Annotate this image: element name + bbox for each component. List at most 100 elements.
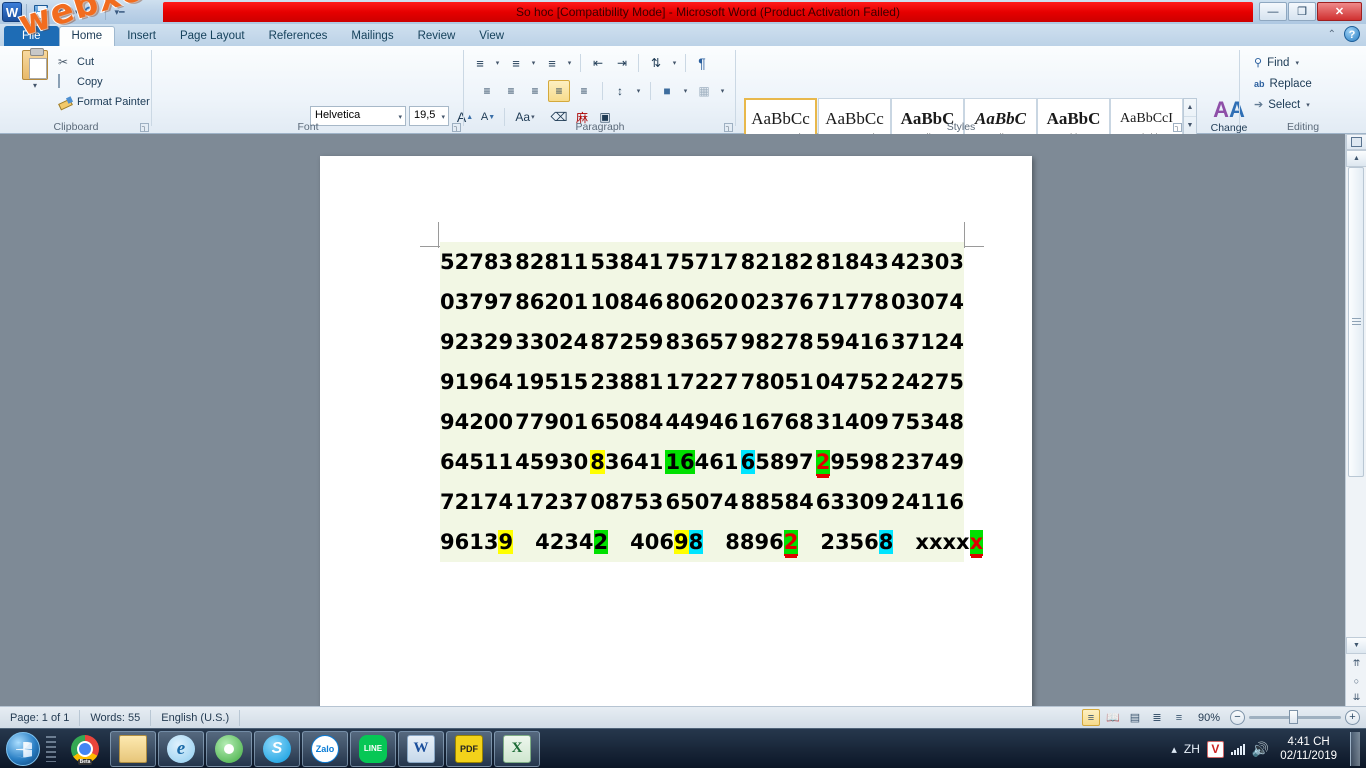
view-outline[interactable]: ≣ — [1148, 709, 1166, 726]
language-indicator[interactable]: English (U.S.) — [151, 709, 241, 726]
help-icon[interactable]: ? — [1344, 26, 1360, 42]
format-painter-button[interactable]: Format Painter — [58, 92, 150, 112]
paragraph-dialog-launcher[interactable]: ┐ — [724, 123, 733, 132]
save-icon[interactable] — [31, 2, 51, 22]
undo-icon[interactable]: ↶ — [53, 2, 73, 22]
taskbar-word[interactable]: W — [398, 730, 444, 767]
distributed-button[interactable]: ≡ — [573, 80, 595, 102]
sort-dropdown-icon[interactable]: ▾ — [668, 52, 680, 74]
increase-indent-button[interactable]: ⇥ — [611, 52, 633, 74]
zoom-slider-thumb[interactable] — [1289, 710, 1298, 724]
multilevel-list-button[interactable]: ≡ — [542, 52, 562, 74]
borders-dropdown-icon[interactable]: ▾ — [716, 80, 728, 102]
shading-dropdown-icon[interactable]: ▾ — [679, 80, 691, 102]
select-dropdown-icon[interactable]: ▾ — [1306, 101, 1310, 109]
zoom-slider[interactable] — [1249, 710, 1341, 724]
line-spacing-dropdown-icon[interactable]: ▾ — [632, 80, 644, 102]
taskbar-file-explorer[interactable] — [110, 730, 156, 767]
tab-file[interactable]: File — [4, 26, 59, 46]
word-count[interactable]: Words: 55 — [80, 709, 152, 726]
tab-references[interactable]: References — [257, 27, 340, 46]
select-browse-object-button[interactable]: ○ — [1346, 672, 1366, 689]
close-button[interactable]: ✕ — [1317, 2, 1362, 21]
find-button[interactable]: ⚲ Find ▾ — [1254, 52, 1312, 73]
view-full-screen-reading[interactable]: 📖 — [1104, 709, 1122, 726]
view-web-layout[interactable]: ▤ — [1126, 709, 1144, 726]
cut-button[interactable]: Cut — [58, 52, 150, 72]
font-dialog-launcher[interactable]: ┐ — [452, 123, 461, 132]
decrease-indent-button[interactable]: ⇤ — [587, 52, 609, 74]
select-button[interactable]: ➔ Select ▾ — [1254, 94, 1312, 115]
paste-button[interactable]: ▾ — [12, 48, 58, 90]
table-row[interactable]: 64511 45930 83641 16461 65897 29598 2374… — [440, 442, 964, 482]
redo-icon[interactable]: ↷ — [81, 2, 101, 22]
tab-page-layout[interactable]: Page Layout — [168, 27, 257, 46]
gallery-scroll-up-icon[interactable]: ▲ — [1184, 99, 1196, 117]
table-row[interactable]: 52783 82811 53841 75717 82182 81843 4230… — [440, 242, 964, 282]
table-row[interactable]: 92329 33024 87259 83657 98278 59416 3712… — [440, 322, 964, 362]
numbering-dropdown-icon[interactable]: ▾ — [527, 52, 539, 74]
customize-qat-icon[interactable]: ▾━ — [110, 2, 130, 22]
tab-insert[interactable]: Insert — [115, 27, 168, 46]
taskbar-unikey[interactable] — [206, 730, 252, 767]
styles-dialog-launcher[interactable]: ┐ — [1173, 123, 1182, 132]
table-row[interactable]: 96139 42342 40698 88962 23568 xxxxx — [440, 522, 984, 562]
find-dropdown-icon[interactable]: ▾ — [1295, 59, 1299, 67]
bullets-button[interactable]: ≡ — [470, 52, 490, 74]
start-button[interactable] — [0, 730, 46, 768]
tab-view[interactable]: View — [467, 27, 516, 46]
show-formatting-marks-button[interactable]: ¶ — [691, 52, 713, 74]
network-icon[interactable] — [1230, 743, 1245, 755]
previous-page-button[interactable]: ⇈ — [1346, 655, 1366, 672]
taskbar-internet-explorer[interactable]: e — [158, 730, 204, 767]
bullets-dropdown-icon[interactable]: ▾ — [491, 52, 503, 74]
page-indicator[interactable]: Page: 1 of 1 — [0, 709, 81, 726]
taskbar-pdf[interactable]: PDF — [446, 730, 492, 767]
unikey-tray-icon[interactable]: V — [1206, 740, 1224, 758]
show-desktop-button[interactable] — [1350, 732, 1360, 766]
restore-button[interactable]: ❐ — [1288, 2, 1316, 21]
zoom-out-button[interactable]: − — [1230, 710, 1245, 725]
collapse-ribbon-icon[interactable]: ⌃ — [1328, 29, 1336, 40]
line-spacing-button[interactable]: ↕ — [609, 80, 631, 102]
table-row[interactable]: 03797 86201 10846 80620 02376 71778 0307… — [440, 282, 964, 322]
volume-icon[interactable]: 🔊 — [1252, 741, 1269, 758]
numbering-button[interactable]: ≡ — [506, 52, 526, 74]
multilevel-dropdown-icon[interactable]: ▾ — [563, 52, 575, 74]
word-logo-icon[interactable]: W — [2, 2, 22, 22]
taskbar-chrome[interactable]: Beta — [62, 731, 108, 767]
zoom-in-button[interactable]: + — [1345, 710, 1360, 725]
split-window-button[interactable] — [1346, 134, 1366, 150]
align-center-button[interactable]: ≡ — [500, 80, 522, 102]
align-right-button[interactable]: ≡ — [524, 80, 546, 102]
taskbar-zalo[interactable]: Zalo — [302, 730, 348, 767]
next-page-button[interactable]: ⇊ — [1346, 689, 1366, 706]
taskbar-skype[interactable]: S — [254, 730, 300, 767]
replace-button[interactable]: ab Replace — [1254, 73, 1312, 94]
table-row[interactable]: 72174 17237 08753 65074 88584 63309 2411… — [440, 482, 964, 522]
table-row[interactable]: 91964 19515 23881 17227 78051 04752 2427… — [440, 362, 964, 402]
scroll-up-button[interactable]: ▲ — [1346, 150, 1366, 167]
undo-dropdown-icon[interactable]: ▾ — [75, 8, 79, 16]
sort-button[interactable]: ⇅ — [645, 52, 667, 74]
copy-button[interactable]: Copy — [58, 72, 150, 92]
paste-dropdown-icon[interactable]: ▾ — [12, 81, 58, 90]
minimize-button[interactable]: — — [1259, 2, 1287, 21]
tab-home[interactable]: Home — [58, 26, 116, 46]
view-print-layout[interactable]: ≡ — [1081, 709, 1100, 726]
vertical-scrollbar[interactable]: ▲ ▼ ⇈ ○ ⇊ — [1345, 134, 1366, 706]
document-page[interactable]: 52783 82811 53841 75717 82182 81843 4230… — [320, 156, 1032, 711]
language-bar[interactable]: ZH — [1184, 742, 1200, 756]
scroll-down-button[interactable]: ▼ — [1346, 637, 1366, 654]
scrollbar-thumb[interactable] — [1348, 167, 1364, 477]
shading-button[interactable]: ■ — [656, 80, 678, 102]
tab-mailings[interactable]: Mailings — [339, 27, 405, 46]
tab-review[interactable]: Review — [406, 27, 468, 46]
number-grid[interactable]: 52783 82811 53841 75717 82182 81843 4230… — [440, 242, 984, 562]
align-left-button[interactable]: ≡ — [476, 80, 498, 102]
clock[interactable]: 4:41 CH 02/11/2019 — [1276, 735, 1337, 763]
quick-launch-grip[interactable] — [46, 735, 56, 762]
borders-button[interactable]: ▦ — [693, 80, 715, 102]
taskbar-excel[interactable]: X — [494, 730, 540, 767]
table-row[interactable]: 94200 77901 65084 44946 16768 31409 7534… — [440, 402, 964, 442]
